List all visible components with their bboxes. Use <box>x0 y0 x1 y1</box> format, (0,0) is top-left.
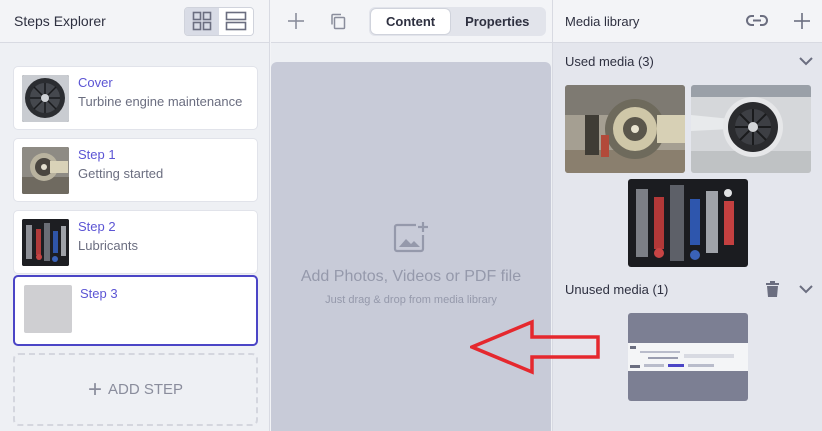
steps-explorer-panel: Steps Explorer Cover Turbine engine main… <box>0 0 270 431</box>
step-name: Step 1 <box>78 147 116 162</box>
link-icon <box>746 15 768 26</box>
unused-media-section-header[interactable]: Unused media (1) <box>565 281 813 297</box>
copy-icon <box>331 13 346 30</box>
step-thumbnail <box>22 75 69 122</box>
used-media-label: Used media (3) <box>565 54 654 69</box>
step-card-step-3[interactable]: Step 3 <box>13 275 258 346</box>
drop-zone-title: Add Photos, Videos or PDF file <box>300 268 522 285</box>
media-thumbnail[interactable] <box>565 85 685 173</box>
step-thumbnail-placeholder <box>24 285 72 333</box>
steps-explorer-title: Steps Explorer <box>14 13 106 29</box>
plus-icon <box>288 13 304 29</box>
used-media-section-header[interactable]: Used media (3) <box>565 54 813 69</box>
list-view-icon <box>225 11 247 31</box>
tab-content[interactable]: Content <box>371 8 451 34</box>
content-header: Content Properties <box>271 0 552 43</box>
media-thumbnail[interactable] <box>691 85 811 173</box>
step-card-step-2[interactable]: Step 2 Lubricants <box>13 210 258 274</box>
add-button[interactable] <box>283 8 309 34</box>
tab-properties[interactable]: Properties <box>450 9 544 34</box>
plus-icon: + <box>87 375 102 403</box>
step-name: Step 3 <box>80 286 118 301</box>
step-thumbnail <box>22 219 69 266</box>
grid-icon <box>192 11 212 31</box>
content-tabs: Content Properties <box>369 6 547 36</box>
step-thumbnail <box>22 147 69 194</box>
add-step-button[interactable]: + ADD STEP <box>13 353 258 426</box>
step-description: Getting started <box>78 166 164 181</box>
drop-zone-hint: Just drag & drop from media library <box>325 294 497 306</box>
media-thumbnail[interactable] <box>628 179 748 267</box>
unused-media-label: Unused media (1) <box>565 281 669 297</box>
add-photo-icon <box>393 222 428 253</box>
link-button[interactable] <box>746 15 768 27</box>
step-description: Lubricants <box>78 238 138 253</box>
view-toggle <box>184 6 254 36</box>
chevron-down-icon <box>799 57 813 66</box>
grid-view-button[interactable] <box>185 7 219 35</box>
add-media-button[interactable] <box>794 13 810 29</box>
step-card-step-1[interactable]: Step 1 Getting started <box>13 138 258 202</box>
media-library-header: Media library <box>553 0 822 43</box>
delete-button[interactable] <box>766 281 779 297</box>
duplicate-button[interactable] <box>325 8 351 34</box>
step-name: Cover <box>78 75 113 90</box>
plus-icon <box>794 13 810 29</box>
red-arrow-annotation <box>470 319 600 375</box>
step-description: Turbine engine maintenance <box>78 94 243 109</box>
step-name: Step 2 <box>78 219 116 234</box>
media-library-title: Media library <box>565 13 640 29</box>
list-view-button[interactable] <box>219 7 253 35</box>
add-step-label: ADD STEP <box>108 381 184 398</box>
trash-icon <box>766 281 779 297</box>
chevron-down-icon <box>799 284 813 293</box>
media-thumbnail[interactable] <box>628 313 748 401</box>
steps-explorer-header: Steps Explorer <box>0 0 269 43</box>
step-card-cover[interactable]: Cover Turbine engine maintenance <box>13 66 258 130</box>
